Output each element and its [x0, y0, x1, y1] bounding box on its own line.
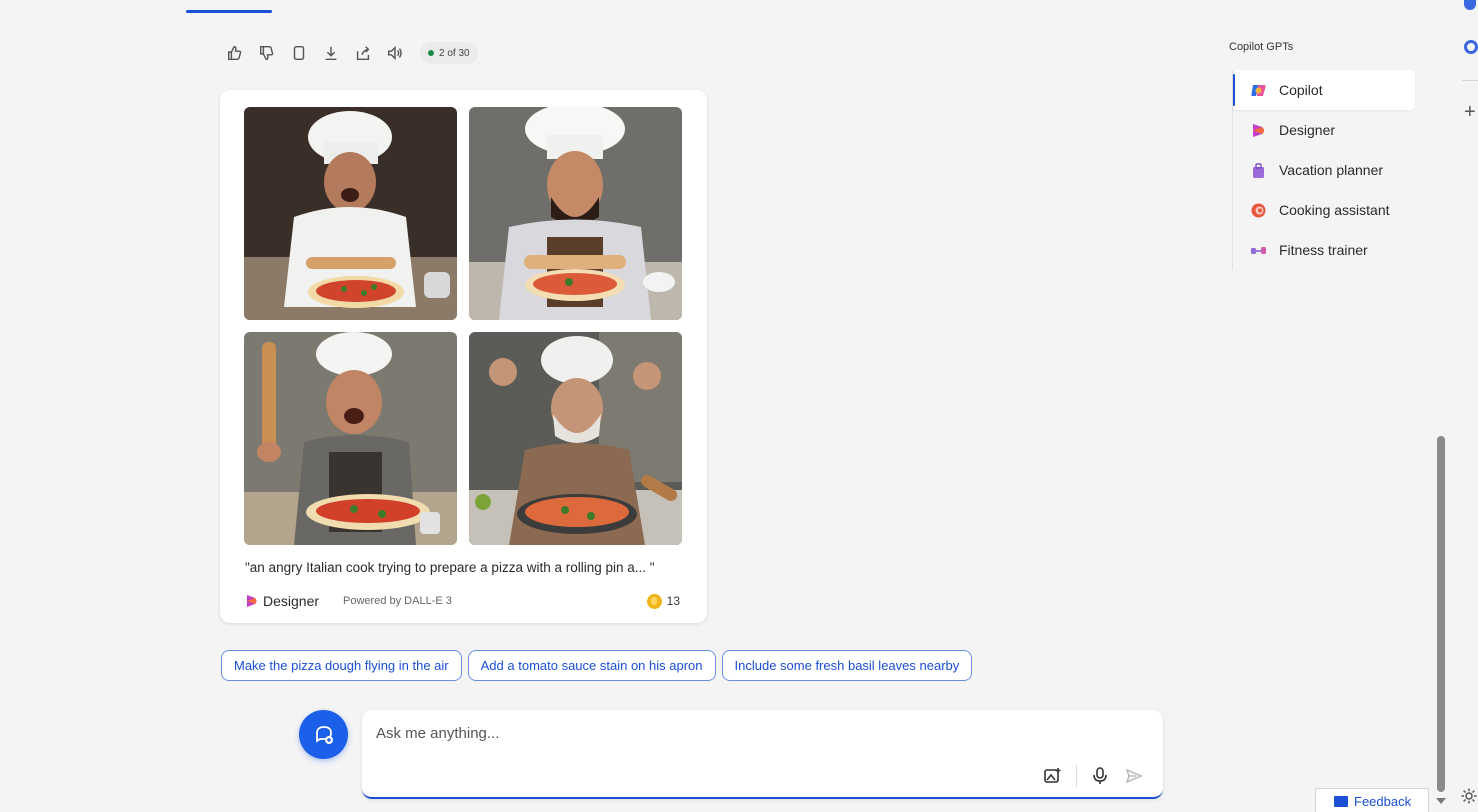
send-icon[interactable]	[1123, 765, 1145, 787]
dumbbell-icon	[1251, 246, 1266, 254]
gpt-item-vacation-planner[interactable]: Vacation planner	[1233, 150, 1415, 190]
cooking-icon	[1251, 203, 1266, 217]
gpt-item-designer[interactable]: Designer	[1233, 110, 1415, 150]
boost-count: 13	[666, 594, 680, 608]
response-counter: 2 of 30	[420, 42, 478, 64]
gpts-heading: Copilot GPTs	[1229, 41, 1294, 53]
counter-text: 2 of 30	[439, 47, 470, 59]
input-actions	[1042, 765, 1145, 787]
image-result-card: "an angry Italian cook trying to prepare…	[220, 90, 707, 623]
generated-image-2[interactable]	[469, 107, 682, 320]
gpt-list: Copilot Designer Vacation planner Cookin…	[1232, 70, 1415, 270]
gpt-item-label: Designer	[1279, 122, 1336, 138]
divider	[1076, 765, 1077, 787]
gpt-item-cooking-assistant[interactable]: Cooking assistant	[1233, 190, 1415, 230]
thumbs-up-icon[interactable]	[222, 40, 248, 66]
image-upload-icon[interactable]	[1042, 765, 1064, 787]
gpt-item-copilot[interactable]: Copilot	[1233, 70, 1415, 110]
rail-app-icon[interactable]	[1464, 0, 1476, 10]
suitcase-icon	[1253, 162, 1264, 178]
feedback-label: Feedback	[1354, 793, 1412, 809]
new-topic-icon	[315, 725, 333, 744]
designer-logo-icon	[247, 595, 257, 607]
ask-input[interactable]	[376, 720, 1116, 746]
suggestion-chip[interactable]: Include some fresh basil leaves nearby	[721, 650, 973, 681]
status-dot-icon	[428, 50, 434, 56]
generated-image-1[interactable]	[244, 107, 457, 320]
microphone-icon[interactable]	[1089, 765, 1111, 787]
response-toolbar: 2 of 30	[222, 40, 478, 66]
gpt-item-fitness-trainer[interactable]: Fitness trainer	[1233, 230, 1415, 270]
copilot-icon	[1251, 84, 1266, 96]
boost-counter: 13	[646, 593, 680, 609]
card-footer: Designer Powered by DALL-E 3 13	[245, 590, 680, 612]
gpt-item-label: Fitness trainer	[1279, 242, 1368, 258]
read-aloud-icon[interactable]	[382, 40, 408, 66]
add-icon[interactable]: +	[1464, 102, 1476, 122]
designer-label[interactable]: Designer	[263, 593, 319, 609]
gpt-item-label: Copilot	[1279, 82, 1323, 98]
designer-icon	[1253, 123, 1264, 137]
download-icon[interactable]	[318, 40, 344, 66]
copy-icon[interactable]	[286, 40, 312, 66]
settings-gear-icon[interactable]	[1460, 787, 1478, 805]
feedback-icon	[1334, 795, 1348, 807]
generated-image-3[interactable]	[244, 332, 457, 545]
gpt-item-label: Cooking assistant	[1279, 202, 1390, 218]
chat-input-box	[362, 710, 1163, 799]
suggestion-chip[interactable]: Add a tomato sauce stain on his apron	[467, 650, 716, 681]
active-tab-indicator	[186, 10, 272, 13]
boost-coin-icon	[646, 593, 662, 609]
copilot-rail-icon[interactable]	[1464, 40, 1478, 54]
suggestion-chips: Make the pizza dough flying in the air A…	[221, 650, 973, 681]
feedback-button[interactable]: Feedback	[1315, 788, 1429, 812]
generated-image-4[interactable]	[469, 332, 682, 545]
scroll-down-arrow-icon[interactable]	[1436, 798, 1446, 804]
share-icon[interactable]	[350, 40, 376, 66]
image-grid	[244, 107, 682, 545]
rail-divider	[1462, 80, 1478, 81]
suggestion-chip[interactable]: Make the pizza dough flying in the air	[221, 650, 462, 681]
powered-by-text: Powered by DALL-E 3	[343, 595, 452, 607]
thumbs-down-icon[interactable]	[254, 40, 280, 66]
scrollbar-thumb[interactable]	[1437, 436, 1445, 792]
gpt-item-label: Vacation planner	[1279, 162, 1384, 178]
new-topic-button[interactable]	[299, 710, 348, 759]
image-prompt-caption: "an angry Italian cook trying to prepare…	[245, 560, 655, 575]
